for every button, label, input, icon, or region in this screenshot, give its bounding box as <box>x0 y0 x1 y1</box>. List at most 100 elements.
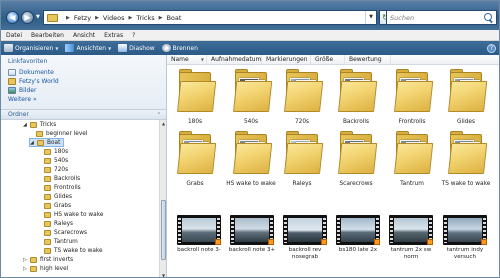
folder-icon <box>448 131 488 174</box>
column-rating[interactable]: Bewertung <box>345 55 391 65</box>
organize-button[interactable]: Organisieren ▼ <box>4 44 58 52</box>
breadcrumb-separator-icon[interactable]: ▶ <box>159 15 163 21</box>
folder-tile[interactable]: Frontrolls <box>387 67 437 129</box>
breadcrumb-fetzy[interactable]: Fetzy <box>74 14 91 22</box>
breadcrumb-separator-icon[interactable]: ▶ <box>66 15 70 21</box>
folder-tile[interactable]: Scarecrows <box>331 129 381 191</box>
expander-icon[interactable]: ▷ <box>23 266 29 272</box>
search-input[interactable]: Suchen <box>386 10 497 25</box>
address-dropdown-icon[interactable]: ▼ <box>365 11 376 24</box>
folder-icon <box>284 131 324 174</box>
video-tile[interactable]: tantrum 2x sw norm <box>385 213 437 275</box>
slideshow-button[interactable]: Diashow <box>118 44 155 52</box>
tree-item[interactable]: 540s <box>37 156 68 165</box>
folder-tile[interactable]: Tantrum <box>387 129 437 191</box>
tree-item[interactable]: Frontrolls <box>37 183 81 192</box>
scroll-up-icon[interactable]: ▲ <box>160 120 167 127</box>
tree-item[interactable]: ◢ Boat <box>29 138 65 147</box>
column-date[interactable]: Aufnahmedatum <box>207 55 262 65</box>
chevron-down-icon: ▼ <box>55 45 59 51</box>
more-links[interactable]: Weitere » <box>8 96 166 103</box>
video-tile[interactable]: tantrum indy versuch <box>439 213 491 275</box>
scrollbar-thumb[interactable] <box>161 200 166 260</box>
menu-ansicht[interactable]: Ansicht <box>73 32 95 39</box>
folder-label: Frontrolls <box>398 119 426 125</box>
column-tags[interactable]: Markierungen <box>262 55 311 65</box>
back-button[interactable]: ◀ <box>6 11 19 24</box>
help-icon[interactable]: ? <box>487 44 496 53</box>
column-label: Name <box>171 56 189 63</box>
tree-item[interactable]: Backrolls <box>37 174 80 183</box>
breadcrumb-separator-icon[interactable]: ▶ <box>95 15 99 21</box>
forward-button[interactable]: ▶ <box>21 11 34 24</box>
tree-item[interactable]: beginner level <box>29 129 87 138</box>
tree-scrollbar[interactable]: ▲ ▼ <box>159 120 167 277</box>
chevron-down-icon[interactable]: ▼ <box>201 55 204 65</box>
menu-bearbeiten[interactable]: Bearbeiten <box>31 32 64 39</box>
tree-item-label: Frontrolls <box>54 184 81 191</box>
folder-tile[interactable]: Backrolls <box>331 67 381 129</box>
folder-tree: ◢ Tricks beginner level ◢ Boat 180s 540s 720s Ba… <box>1 120 159 277</box>
breadcrumb-separator-icon[interactable]: ▶ <box>129 15 133 21</box>
tree-item[interactable]: Scarecrows <box>37 228 87 237</box>
expander-icon[interactable]: ◢ <box>23 122 29 128</box>
column-name[interactable]: Name ▼ <box>167 55 207 65</box>
column-headers: Name ▼ Aufnahmedatum Markierungen Größe B… <box>167 55 499 65</box>
folder-tile[interactable]: Raleys <box>277 129 327 191</box>
address-field[interactable]: ▶ Fetzy ▶ Videos ▶ Tricks ▶ Boat ▼ <box>43 10 377 25</box>
tree-item-label: Glides <box>54 193 72 200</box>
folder-tile[interactable]: Glides <box>441 67 491 129</box>
tree-item[interactable]: ▷ first inverts <box>23 255 73 264</box>
video-label: bs180 late 2x <box>338 247 378 253</box>
tree-item[interactable]: 720s <box>37 165 68 174</box>
favorite-links: Linkfavoriten Dokumente Fetzy's World Bi… <box>1 55 166 109</box>
menu-extras[interactable]: Extras <box>104 32 123 39</box>
tree-item-label: 180s <box>54 148 69 155</box>
video-tile[interactable]: backroll rev nosegrab <box>279 213 331 275</box>
folder-tile[interactable]: 540s <box>226 67 276 129</box>
breadcrumb-boat[interactable]: Boat <box>166 14 181 22</box>
tree-item[interactable]: Raleys <box>37 219 73 228</box>
column-size[interactable]: Größe <box>311 55 345 65</box>
breadcrumb-videos[interactable]: Videos <box>103 14 125 22</box>
tree-item[interactable]: Tantrum <box>37 237 78 246</box>
folder-tile[interactable]: 720s <box>277 67 327 129</box>
video-tile[interactable]: bs180 late 2x <box>332 213 384 275</box>
favorite-pictures[interactable]: Bilder <box>8 86 166 95</box>
favorite-fetzys-world[interactable]: Fetzy's World <box>8 77 166 86</box>
history-dropdown-icon[interactable]: ▼ <box>36 14 42 20</box>
tree-item-label: 720s <box>54 166 69 173</box>
folder-icon <box>394 131 434 174</box>
folder-tile[interactable]: Grabs <box>170 129 220 191</box>
tree-item[interactable]: ▷ high level <box>23 264 68 273</box>
chevron-up-icon[interactable]: ⌃ <box>157 110 161 120</box>
tree-item[interactable]: TS wake to wake <box>37 246 103 255</box>
folders-header[interactable]: Ordner ⌃ <box>1 109 166 120</box>
organize-label: Organisieren <box>15 44 54 52</box>
folder-tile[interactable]: TS wake to wake <box>441 129 491 191</box>
menu-help[interactable]: ? <box>132 32 135 39</box>
expander-icon[interactable]: ◢ <box>30 140 36 146</box>
views-button[interactable]: Ansichten ▼ <box>65 44 111 52</box>
tree-item[interactable]: ◢ Tricks <box>23 120 56 129</box>
expander-icon[interactable]: ▷ <box>23 257 29 263</box>
tree-item[interactable]: Glides <box>37 192 72 201</box>
burn-button[interactable]: Brennen <box>161 44 198 52</box>
breadcrumb-tricks[interactable]: Tricks <box>136 14 154 22</box>
video-tile[interactable]: backroll note 3- <box>173 213 225 275</box>
folder-icon <box>30 265 37 272</box>
folder-tile[interactable]: HS wake to wake <box>226 129 276 191</box>
tree-item-label: Scarecrows <box>54 229 87 236</box>
folder-tile[interactable]: 180s <box>170 67 220 129</box>
tree-item[interactable]: Grabs <box>37 201 71 210</box>
folder-icon <box>47 13 58 22</box>
favorite-documents[interactable]: Dokumente <box>8 68 166 77</box>
tree-item[interactable]: 180s <box>37 147 68 156</box>
folder-label: 180s <box>187 119 203 125</box>
folder-icon <box>44 148 51 155</box>
search-icon[interactable] <box>483 12 494 23</box>
scroll-down-icon[interactable]: ▼ <box>160 272 167 277</box>
tree-item[interactable]: HS wake to wake <box>37 210 103 219</box>
menu-datei[interactable]: Datei <box>6 32 22 39</box>
video-tile[interactable]: backroll note 3+ <box>226 213 278 275</box>
